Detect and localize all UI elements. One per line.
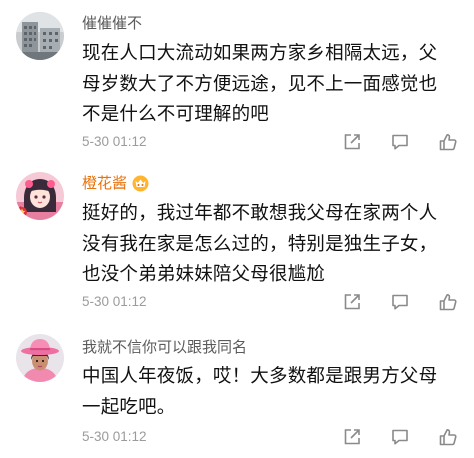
comment-line: 没有我在家是怎么过的，特别是独生子女， — [82, 233, 438, 255]
username[interactable]: 催催催不 — [82, 12, 142, 34]
comment-text: 中国人年夜饭，哎！大多数都是跟男方父母 一起吃吧。 — [82, 362, 464, 423]
comment-icon[interactable] — [390, 292, 410, 312]
avatar[interactable] — [16, 12, 64, 60]
comment-line: 不是什么不可理解的吧 — [82, 104, 270, 125]
like-icon[interactable] — [438, 132, 458, 152]
comment-text: 现在人口大流动如果两方家乡相隔太远，父 母岁数大了不方便远途，见不上一面感觉也 … — [82, 39, 464, 131]
comment-line: 现在人口大流动如果两方家乡相隔太远，父 — [82, 43, 438, 64]
avatar[interactable] — [16, 172, 64, 220]
username-row: 催催催不 — [82, 12, 142, 34]
vip-crown-icon — [132, 175, 149, 192]
avatar[interactable] — [16, 334, 64, 382]
avatar-anime-girl-pink — [16, 172, 64, 220]
like-icon[interactable] — [438, 292, 458, 312]
comment-item: 橙花酱 挺好的，我过年都不敢想我父母在家两个人 没有我在家是怎么过的，特别是独生… — [0, 160, 474, 320]
comment-actions — [314, 292, 458, 312]
comment-line: 一起吃吧。 — [82, 396, 176, 418]
comment-text: 挺好的，我过年都不敢想我父母在家两个人 没有我在家是怎么过的，特别是独生子女， … — [82, 199, 464, 291]
username[interactable]: 橙花酱 — [82, 172, 127, 194]
comment-actions — [314, 132, 458, 152]
comment-line: 母岁数大了不方便远途，见不上一面感觉也 — [82, 73, 438, 95]
comment-timestamp: 5-30 01:12 — [82, 429, 147, 444]
like-icon[interactable] — [438, 427, 458, 447]
comment-item: 催催催不 现在人口大流动如果两方家乡相隔太远，父 母岁数大了不方便远途，见不上一… — [0, 0, 474, 160]
username-row: 橙花酱 — [82, 172, 149, 194]
avatar-building-photo — [16, 12, 64, 60]
comment-line: 也没个弟弟妹妹陪父母很尴尬 — [82, 264, 326, 285]
comment-item: 我就不信你可以跟我同名 中国人年夜饭，哎！大多数都是跟男方父母 一起吃吧。 5-… — [0, 322, 474, 458]
comment-line: 中国人年夜饭，哎！大多数都是跟男方父母 — [82, 366, 438, 387]
username-row: 我就不信你可以跟我同名 — [82, 336, 247, 358]
avatar-woman-pink-hat — [16, 334, 64, 382]
comment-actions — [314, 427, 458, 447]
username[interactable]: 我就不信你可以跟我同名 — [82, 336, 247, 358]
comment-icon[interactable] — [390, 427, 410, 447]
share-icon[interactable] — [342, 292, 362, 312]
comment-timestamp: 5-30 01:12 — [82, 294, 147, 309]
comment-line: 挺好的，我过年都不敢想我父母在家两个人 — [82, 203, 438, 224]
comment-timestamp: 5-30 01:12 — [82, 134, 147, 149]
share-icon[interactable] — [342, 132, 362, 152]
share-icon[interactable] — [342, 427, 362, 447]
comment-icon[interactable] — [390, 132, 410, 152]
